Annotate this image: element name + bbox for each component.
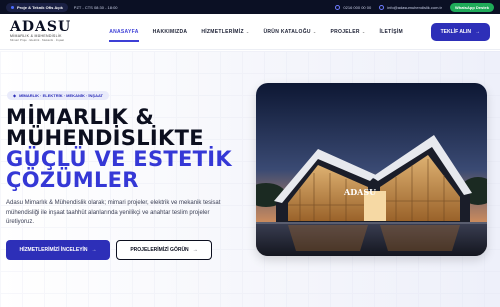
office-open-label: Proje & Teknik Ofis Açık (17, 4, 63, 10)
nav-item-label: ANASAYFA (109, 28, 139, 35)
arrow-right-icon: → (91, 247, 97, 253)
nav-menu: ANASAYFA HAKKIMIZDA HİZMETLERİMİZ ⌄ ÜRÜN … (109, 25, 403, 42)
nav-item-home[interactable]: ANASAYFA (109, 25, 140, 42)
hero-description: Adasu Mimarlık & Mühendislik olarak; mim… (6, 200, 221, 225)
nav-item-label: ÜRÜN KATALOĞU (263, 28, 311, 35)
office-open-badge: Proje & Teknik Ofis Açık (6, 2, 68, 12)
get-quote-label: TEKLİF ALIN (440, 28, 471, 35)
nav-item-label: PROJELER (330, 28, 360, 35)
top-bar: Proje & Teknik Ofis Açık PZT - CTS 08:30… (0, 0, 500, 14)
nav-item-label: İLETİŞİM (379, 28, 403, 35)
working-hours: PZT - CTS 08:30 - 18:00 (73, 4, 118, 10)
email-address: info@adasumuhendislik.com.tr (387, 4, 442, 10)
hero-category-tag: ◆ MİMARLIK · ELEKTRİK · MEKANİK · İNŞAAT (7, 91, 109, 100)
tag-diamond-icon: ◆ (13, 93, 17, 98)
get-quote-button[interactable]: TEKLİF ALIN → (430, 22, 490, 41)
nav-item-catalog[interactable]: ÜRÜN KATALOĞU ⌄ (263, 25, 316, 39)
brand-logo[interactable]: ADASU MİMARLIK & MÜHENDİSLİK Mimari Proj… (10, 19, 72, 42)
explore-services-button[interactable]: HİZMETLERİMİZİ İNCELEYİN → (6, 240, 110, 260)
brand-tagline: Mimari Proje · Elektrik · Mekanik · İnşa… (10, 38, 65, 42)
chevron-down-icon: ⌄ (245, 28, 250, 34)
main-navbar: ADASU MİMARLIK & MÜHENDİSLİK Mimari Proj… (0, 14, 500, 50)
mail-icon (379, 4, 385, 10)
phone-number: 0216 000 00 00 (343, 4, 372, 10)
hero-title-line: MİMARLIK & (6, 105, 155, 129)
phone-icon (335, 4, 341, 10)
nav-item-contact[interactable]: İLETİŞİM (379, 25, 403, 39)
view-projects-button[interactable]: PROJELERİMİZİ GÖRÜN → (116, 240, 212, 260)
hero-building-image: ADASU (256, 83, 487, 256)
phone-link[interactable]: 0216 000 00 00 (335, 4, 372, 10)
explore-services-label: HİZMETLERİMİZİ İNCELEYİN (19, 247, 88, 253)
building-sign-text: ADASU (343, 187, 376, 197)
hero-tag-label: MİMARLIK · ELEKTRİK · MEKANİK · İNŞAAT (19, 93, 103, 98)
email-link[interactable]: info@adasumuhendislik.com.tr (379, 4, 442, 10)
hero-title: MİMARLIK & MÜHENDİSLİKTE GÜÇLÜ VE ESTETİ… (6, 107, 232, 191)
chevron-down-icon: ⌄ (361, 28, 366, 34)
chevron-down-icon: ⌄ (312, 28, 317, 34)
building-illustration: ADASU (256, 83, 487, 256)
hero-title-highlight: ÇÖZÜMLER (6, 168, 139, 192)
nav-item-about[interactable]: HAKKIMIZDA (153, 25, 188, 39)
status-dot-icon (11, 5, 14, 9)
whatsapp-button[interactable]: WhatsApp Destek (449, 2, 494, 12)
arrow-right-icon: → (192, 247, 198, 253)
view-projects-label: PROJELERİMİZİ GÖRÜN (130, 247, 189, 253)
brand-name: ADASU (10, 19, 72, 35)
nav-item-projects[interactable]: PROJELER ⌄ (330, 25, 365, 39)
nav-item-services[interactable]: HİZMETLERİMİZ ⌄ (201, 25, 249, 39)
hero-title-highlight: GÜÇLÜ VE ESTETİK (6, 147, 232, 171)
nav-item-label: HİZMETLERİMİZ (201, 28, 244, 35)
arrow-right-icon: → (475, 28, 480, 35)
nav-item-label: HAKKIMIZDA (152, 28, 188, 35)
hero-title-line: MÜHENDİSLİKTE (6, 126, 204, 150)
